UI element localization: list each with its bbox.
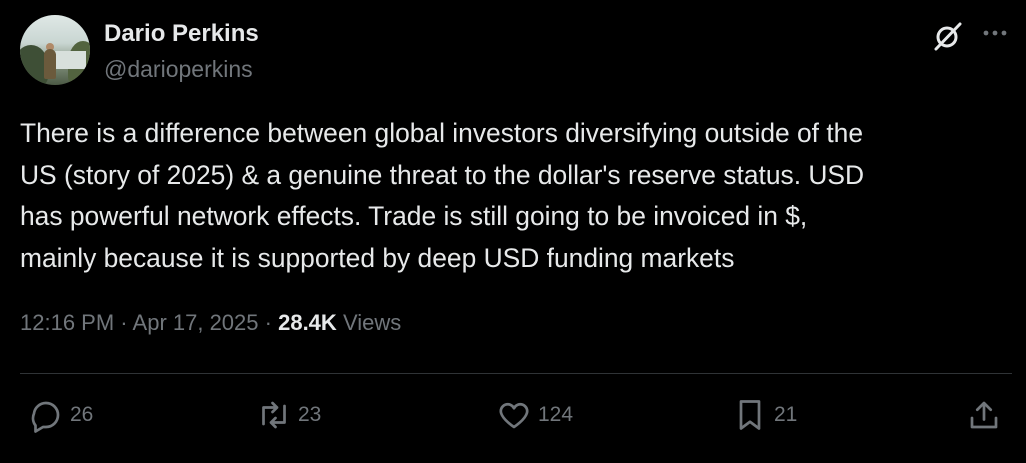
author-name[interactable]: Dario Perkins	[104, 20, 259, 48]
tweet-time[interactable]: 12:16 PM	[20, 310, 114, 335]
reply-count: 26	[70, 403, 94, 426]
avatar[interactable]	[20, 15, 90, 85]
bookmark-icon	[739, 400, 761, 430]
tweet-text-line: has powerful network effects. Trade is s…	[20, 201, 808, 231]
tweet-meta: 12:16 PM · Apr 17, 2025 · 28.4K Views	[20, 310, 401, 336]
views-label[interactable]: Views	[343, 310, 401, 335]
share-icon	[970, 401, 998, 429]
tweet-text-line: US (story of 2025) & a genuine threat to…	[20, 159, 865, 190]
tweet: Dario Perkins @darioperkins There is a d…	[0, 0, 1026, 463]
meta-separator: ·	[264, 310, 272, 335]
tweet-text-line: There is a difference between global inv…	[20, 118, 864, 148]
heart-icon	[499, 402, 529, 429]
like-count: 124	[538, 403, 574, 426]
repost-button[interactable]: 23	[256, 397, 321, 433]
views-count[interactable]: 28.4K	[278, 310, 337, 335]
tweet-text: There is a difference between global inv…	[20, 113, 1020, 279]
tweet-text-line: mainly because it is supported by deep U…	[20, 242, 735, 273]
author-handle[interactable]: @darioperkins	[104, 56, 253, 83]
meta-separator: ·	[120, 310, 128, 335]
reply-icon	[31, 401, 60, 433]
bookmark-count: 21	[774, 403, 798, 426]
grok-icon[interactable]	[932, 20, 964, 52]
repost-icon	[262, 401, 286, 429]
like-button[interactable]: 124	[496, 397, 573, 433]
more-icon[interactable]	[980, 18, 1010, 48]
divider	[20, 373, 1012, 374]
share-button[interactable]	[966, 397, 1002, 433]
bookmark-button[interactable]: 21	[732, 397, 797, 433]
tweet-date[interactable]: Apr 17, 2025	[133, 310, 259, 335]
reply-button[interactable]: 26	[28, 397, 93, 433]
repost-count: 23	[298, 403, 322, 426]
